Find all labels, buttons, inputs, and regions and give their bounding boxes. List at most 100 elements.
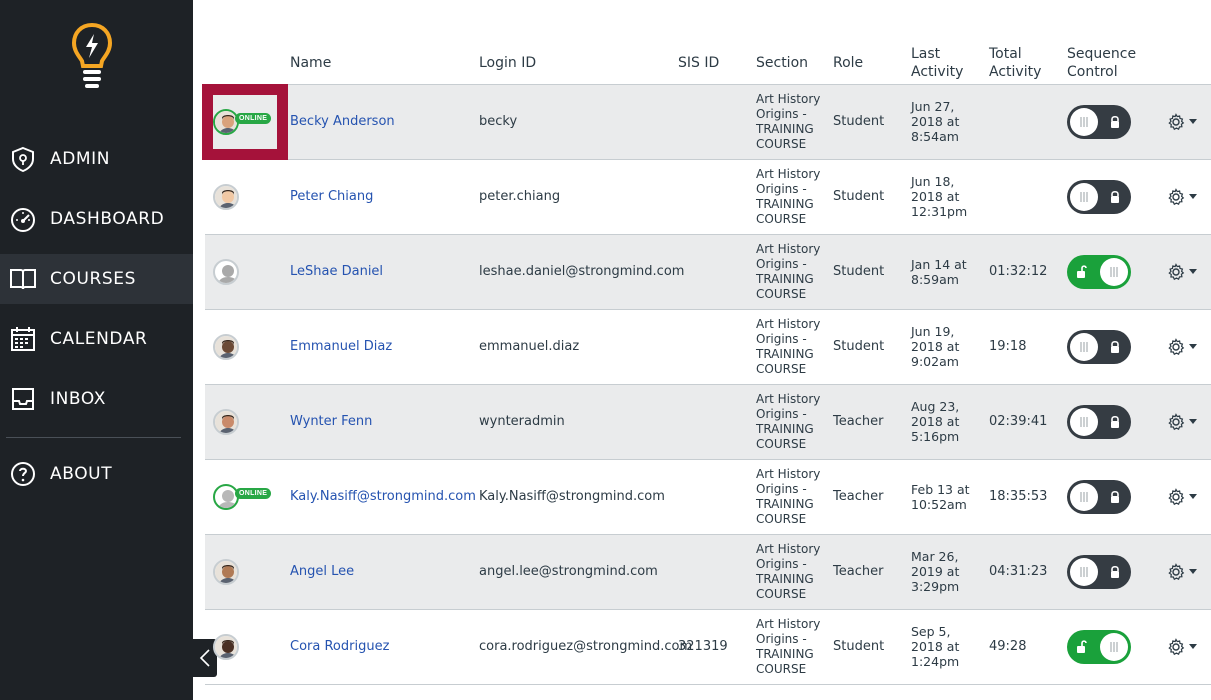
student-name-link[interactable]: Becky Anderson — [290, 114, 395, 129]
toggle-knob — [1070, 183, 1098, 211]
nav-label-calendar: CALENDAR — [50, 329, 148, 349]
people-table: Name Login ID SIS ID Section Role Last A… — [193, 0, 1211, 700]
row-settings-menu-button[interactable] — [1167, 263, 1197, 281]
row-settings-menu-button[interactable] — [1167, 563, 1197, 581]
section-line: Art History — [756, 467, 821, 481]
header-last-activity[interactable]: Last Activity — [911, 45, 963, 81]
gear-icon — [1168, 338, 1185, 356]
caret-down-icon — [1189, 194, 1197, 199]
header-name[interactable]: Name — [290, 54, 331, 72]
admin-shield-icon — [9, 145, 37, 173]
total-activity: 49:28 — [989, 639, 1027, 654]
last-activity-line: 3:29pm — [911, 579, 960, 594]
caret-down-icon — [1189, 419, 1197, 424]
header-total-activity[interactable]: Total Activity — [989, 45, 1041, 81]
last-activity-line: 8:59am — [911, 272, 959, 287]
nav-item-dashboard[interactable]: DASHBOARD — [0, 194, 193, 244]
section-line: COURSE — [756, 587, 807, 601]
student-name-link[interactable]: Cora Rodriguez — [290, 639, 389, 654]
sequence-control-toggle[interactable] — [1067, 555, 1131, 589]
last-activity-line: Jun 18, — [911, 174, 955, 189]
avatar[interactable] — [213, 484, 239, 510]
login-id: leshae.daniel@strongmind.com — [479, 264, 685, 279]
row-settings-menu-button[interactable] — [1167, 188, 1197, 206]
header-last-activity-line2: Activity — [911, 64, 964, 80]
table-row: LeShae Daniel leshae.daniel@strongmind.co… — [205, 235, 1211, 310]
sequence-control-toggle[interactable] — [1067, 180, 1131, 214]
table-row: ONLINE Kaly.Nasiff@strongmind.com Kaly.Nas… — [205, 460, 1211, 535]
nav-item-courses[interactable]: COURSES — [0, 254, 193, 304]
last-activity-line: Sep 5, — [911, 624, 951, 639]
header-sequence-control: Sequence Control — [1067, 45, 1136, 81]
login-id: Kaly.Nasiff@strongmind.com — [479, 489, 665, 504]
last-activity-line: 2018 at — [911, 114, 960, 129]
last-activity: Jun 19, 2018 at 9:02am — [911, 324, 981, 369]
sequence-control-toggle[interactable] — [1067, 480, 1131, 514]
sequence-control-toggle[interactable] — [1067, 105, 1131, 139]
avatar[interactable] — [213, 559, 239, 585]
student-name-link[interactable]: Wynter Fenn — [290, 414, 372, 429]
login-id: cora.rodriguez@strongmind.com — [479, 639, 693, 654]
section-line: COURSE — [756, 512, 807, 526]
nav-item-about[interactable]: ABOUT — [0, 449, 193, 499]
inbox-tray-icon — [9, 385, 37, 413]
sequence-control-toggle[interactable] — [1067, 255, 1131, 289]
student-name-link[interactable]: Angel Lee — [290, 564, 354, 579]
section-line: TRAINING — [756, 647, 814, 661]
caret-down-icon — [1189, 494, 1197, 499]
nav-label-inbox: INBOX — [50, 389, 107, 409]
caret-down-icon — [1189, 269, 1197, 274]
sequence-control-toggle[interactable] — [1067, 330, 1131, 364]
total-activity: 18:35:53 — [989, 489, 1048, 504]
row-settings-menu-button[interactable] — [1167, 413, 1197, 431]
section-line: Art History — [756, 542, 821, 556]
login-id: peter.chiang — [479, 189, 561, 204]
table-row: Wynter Fenn wynteradmin Art History Origins… — [205, 385, 1211, 460]
student-name-link[interactable]: Peter Chiang — [290, 189, 373, 204]
toggle-knob — [1070, 408, 1098, 436]
section-line: COURSE — [756, 362, 807, 376]
section-line: Art History — [756, 92, 821, 106]
nav-item-inbox[interactable]: INBOX — [0, 374, 193, 424]
avatar[interactable] — [213, 259, 239, 285]
row-settings-menu-button[interactable] — [1167, 488, 1197, 506]
section-line: Art History — [756, 392, 821, 406]
avatar[interactable] — [213, 634, 239, 660]
question-circle-icon — [9, 460, 37, 488]
login-id: emmanuel.diaz — [479, 339, 580, 354]
section-line: TRAINING — [756, 347, 814, 361]
section: Art History Origins - TRAINING COURSE — [756, 467, 828, 527]
caret-down-icon — [1189, 569, 1197, 574]
section-line: Origins - — [756, 182, 807, 196]
header-login-id[interactable]: Login ID — [479, 54, 536, 72]
lock-icon — [1109, 115, 1121, 129]
nav-item-calendar[interactable]: CALENDAR — [0, 314, 193, 364]
avatar[interactable] — [213, 409, 239, 435]
section-line: COURSE — [756, 437, 807, 451]
row-settings-menu-button[interactable] — [1167, 338, 1197, 356]
header-total-activity-line1: Total — [989, 46, 1022, 62]
header-section[interactable]: Section — [756, 54, 808, 72]
row-settings-menu-button[interactable] — [1167, 638, 1197, 656]
role: Student — [833, 264, 885, 279]
avatar[interactable] — [213, 334, 239, 360]
lightbulb-logo-icon[interactable] — [70, 22, 114, 90]
last-activity-line: 1:24pm — [911, 654, 960, 669]
section-line: Origins - — [756, 482, 807, 496]
header-sis-id[interactable]: SIS ID — [678, 54, 719, 72]
section: Art History Origins - TRAINING COURSE — [756, 392, 828, 452]
role: Teacher — [833, 564, 884, 579]
sequence-control-toggle[interactable] — [1067, 630, 1131, 664]
avatar[interactable] — [213, 184, 239, 210]
student-name-link[interactable]: LeShae Daniel — [290, 264, 383, 279]
toggle-knob — [1070, 333, 1098, 361]
student-name-link[interactable]: Emmanuel Diaz — [290, 339, 392, 354]
role: Student — [833, 189, 885, 204]
last-activity: Jun 27, 2018 at 8:54am — [911, 99, 981, 144]
sequence-control-toggle[interactable] — [1067, 405, 1131, 439]
header-role[interactable]: Role — [833, 54, 863, 72]
row-settings-menu-button[interactable] — [1167, 113, 1197, 131]
role: Student — [833, 639, 885, 654]
student-name-link[interactable]: Kaly.Nasiff@strongmind.com — [290, 489, 476, 504]
nav-item-admin[interactable]: ADMIN — [0, 134, 193, 184]
